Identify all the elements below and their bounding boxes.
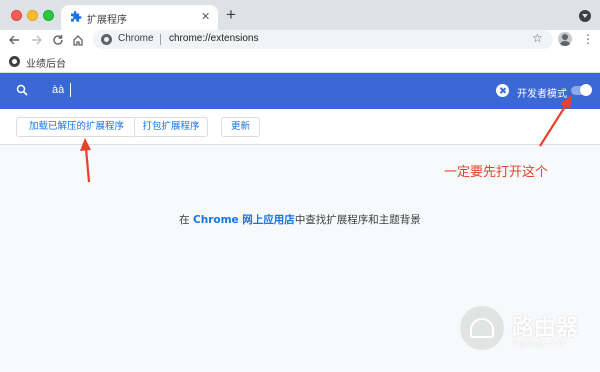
- site-info-icon[interactable]: [101, 34, 112, 45]
- home-icon[interactable]: [72, 34, 84, 46]
- pack-extension-button[interactable]: 打包扩展程序: [134, 117, 208, 137]
- back-icon[interactable]: [8, 34, 20, 46]
- extension-icon: [71, 11, 82, 22]
- address-separator: [160, 34, 161, 45]
- toolbar: Chrome chrome://extensions ☆ ⋮: [0, 30, 600, 50]
- bookmark-item[interactable]: 业绩后台: [26, 55, 66, 70]
- bookmarks-bar: 业绩后台: [0, 50, 600, 73]
- menu-icon[interactable]: ⋮: [582, 32, 594, 46]
- empty-state-suffix: 中查找扩展程序和主题背景: [294, 214, 421, 226]
- tab-search-icon[interactable]: [579, 10, 591, 22]
- developer-mode-toggle-knob[interactable]: [580, 84, 592, 96]
- reload-icon[interactable]: [52, 34, 64, 46]
- developer-mode-label: 开发者模式: [517, 89, 567, 100]
- update-button[interactable]: 更新: [221, 117, 260, 137]
- watermark-router-icon: [470, 318, 494, 338]
- close-window-button[interactable]: [11, 10, 22, 21]
- forward-icon[interactable]: [31, 34, 43, 46]
- tab-close-icon[interactable]: ✕: [201, 10, 210, 23]
- watermark-subtitle: luyouqi.com: [513, 338, 567, 348]
- text-caret: [70, 83, 71, 97]
- developer-actions-bar: 加载已解压的扩展程序 打包扩展程序 更新: [0, 109, 600, 145]
- bookmark-globe-icon: [9, 56, 20, 67]
- site-label: Chrome: [118, 33, 154, 44]
- tab-title: 扩展程序: [87, 15, 127, 26]
- url-text[interactable]: chrome://extensions: [169, 33, 259, 44]
- star-icon[interactable]: ☆: [532, 31, 543, 45]
- maximize-window-button[interactable]: [43, 10, 54, 21]
- search-icon: [16, 84, 28, 96]
- tab-strip: 扩展程序 ✕ +: [0, 0, 600, 30]
- avatar-icon[interactable]: [558, 32, 572, 46]
- load-unpacked-button[interactable]: 加载已解压的扩展程序: [16, 117, 137, 137]
- empty-state-prefix: 在: [179, 214, 194, 226]
- tab-extensions[interactable]: 扩展程序 ✕: [61, 5, 218, 30]
- extensions-header: àà 开发者模式: [0, 73, 600, 109]
- new-tab-button[interactable]: +: [226, 6, 236, 23]
- web-store-link[interactable]: Chrome 网上应用店: [193, 214, 295, 226]
- clear-search-icon[interactable]: [496, 84, 509, 97]
- minimize-window-button[interactable]: [27, 10, 38, 21]
- annotation-text: 一定要先打开这个: [444, 165, 549, 180]
- empty-state-message: 在 Chrome 网上应用店中查找扩展程序和主题背景: [0, 212, 600, 227]
- search-input[interactable]: àà: [52, 84, 64, 96]
- address-bar[interactable]: Chrome chrome://extensions ☆: [93, 30, 553, 49]
